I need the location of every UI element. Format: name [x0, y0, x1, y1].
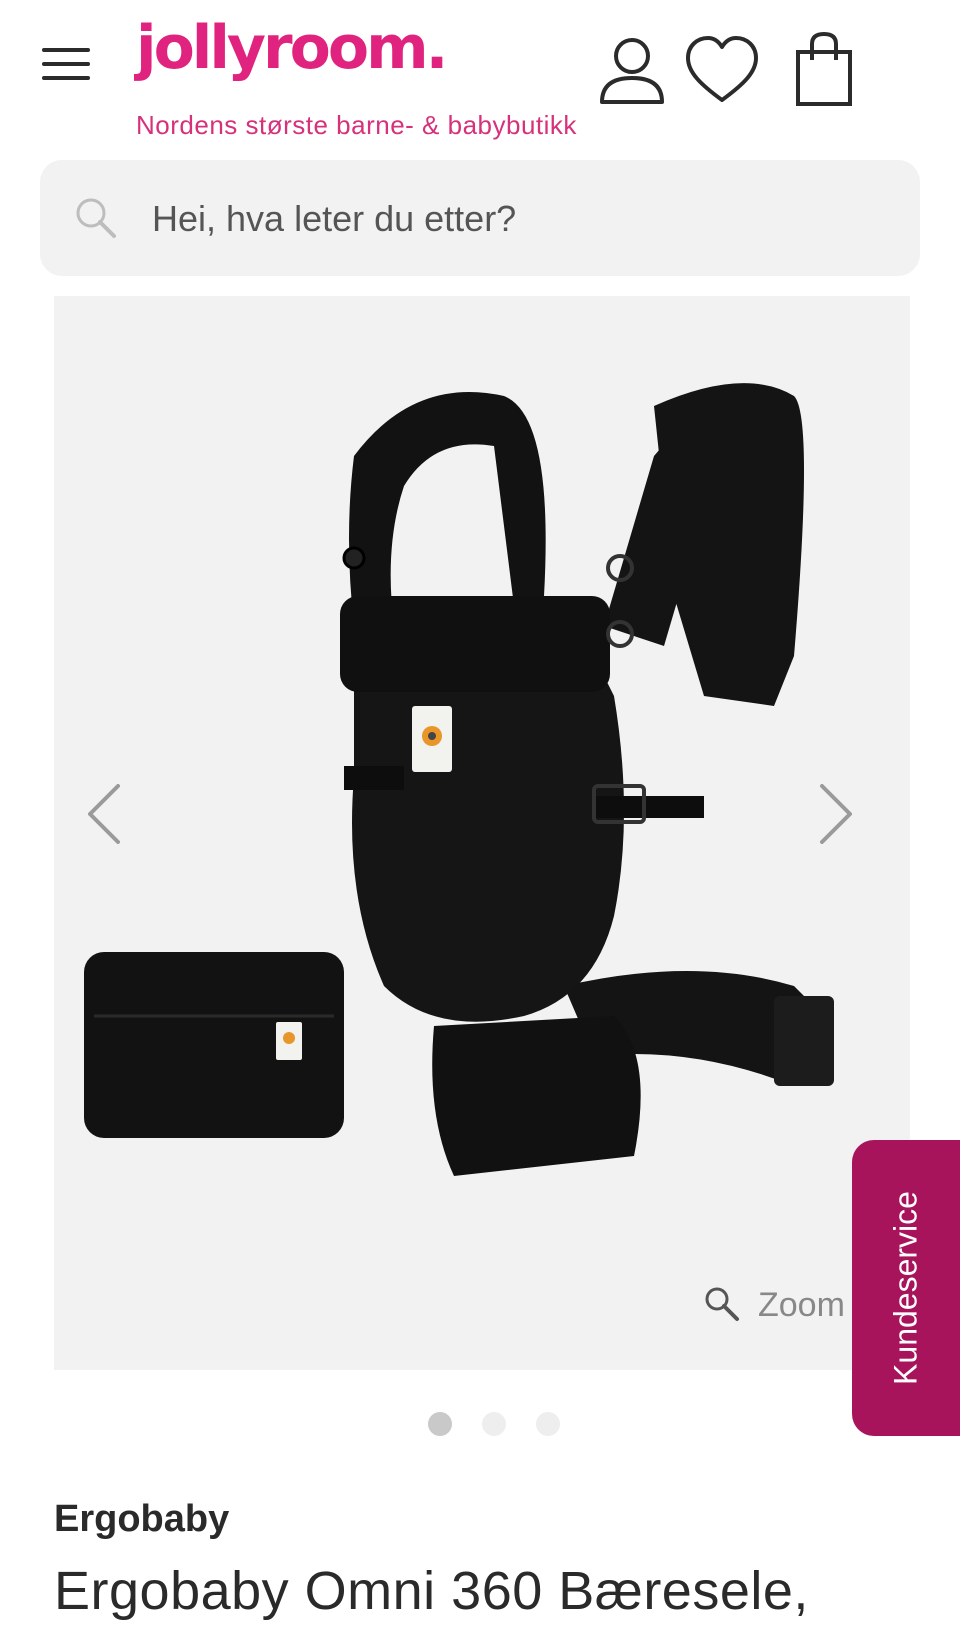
search-bar	[40, 160, 920, 276]
carousel-dot-3[interactable]	[536, 1412, 560, 1436]
site-header: jollyroom. Nordens største barne- & baby…	[0, 0, 960, 150]
heart-icon[interactable]	[682, 30, 762, 110]
carousel-dot-1[interactable]	[428, 1412, 452, 1436]
shopping-bag-icon[interactable]	[784, 30, 864, 110]
previous-image-arrow[interactable]	[72, 774, 136, 854]
next-image-arrow[interactable]	[804, 774, 868, 854]
search-icon	[72, 194, 120, 242]
customer-service-tab[interactable]: Kundeservice	[852, 1140, 960, 1436]
carousel-dot-2[interactable]	[482, 1412, 506, 1436]
product-brand[interactable]: Ergobaby	[54, 1498, 229, 1541]
menu-icon[interactable]	[40, 44, 92, 84]
user-icon[interactable]	[592, 30, 672, 110]
product-title: Ergobaby Omni 360 Bæresele,	[54, 1561, 809, 1621]
jollyroom-logo[interactable]: jollyroom.	[136, 18, 448, 78]
search-input[interactable]	[150, 188, 894, 250]
zoom-label: Zoom	[758, 1286, 845, 1324]
customer-service-label: Kundeservice	[887, 1191, 924, 1385]
tagline: Nordens største barne- & babybutikk	[136, 110, 577, 140]
magnifier-icon	[702, 1284, 742, 1324]
baby-carrier-image[interactable]	[54, 296, 910, 1370]
product-image-gallery[interactable]: Zoom	[54, 296, 910, 1370]
